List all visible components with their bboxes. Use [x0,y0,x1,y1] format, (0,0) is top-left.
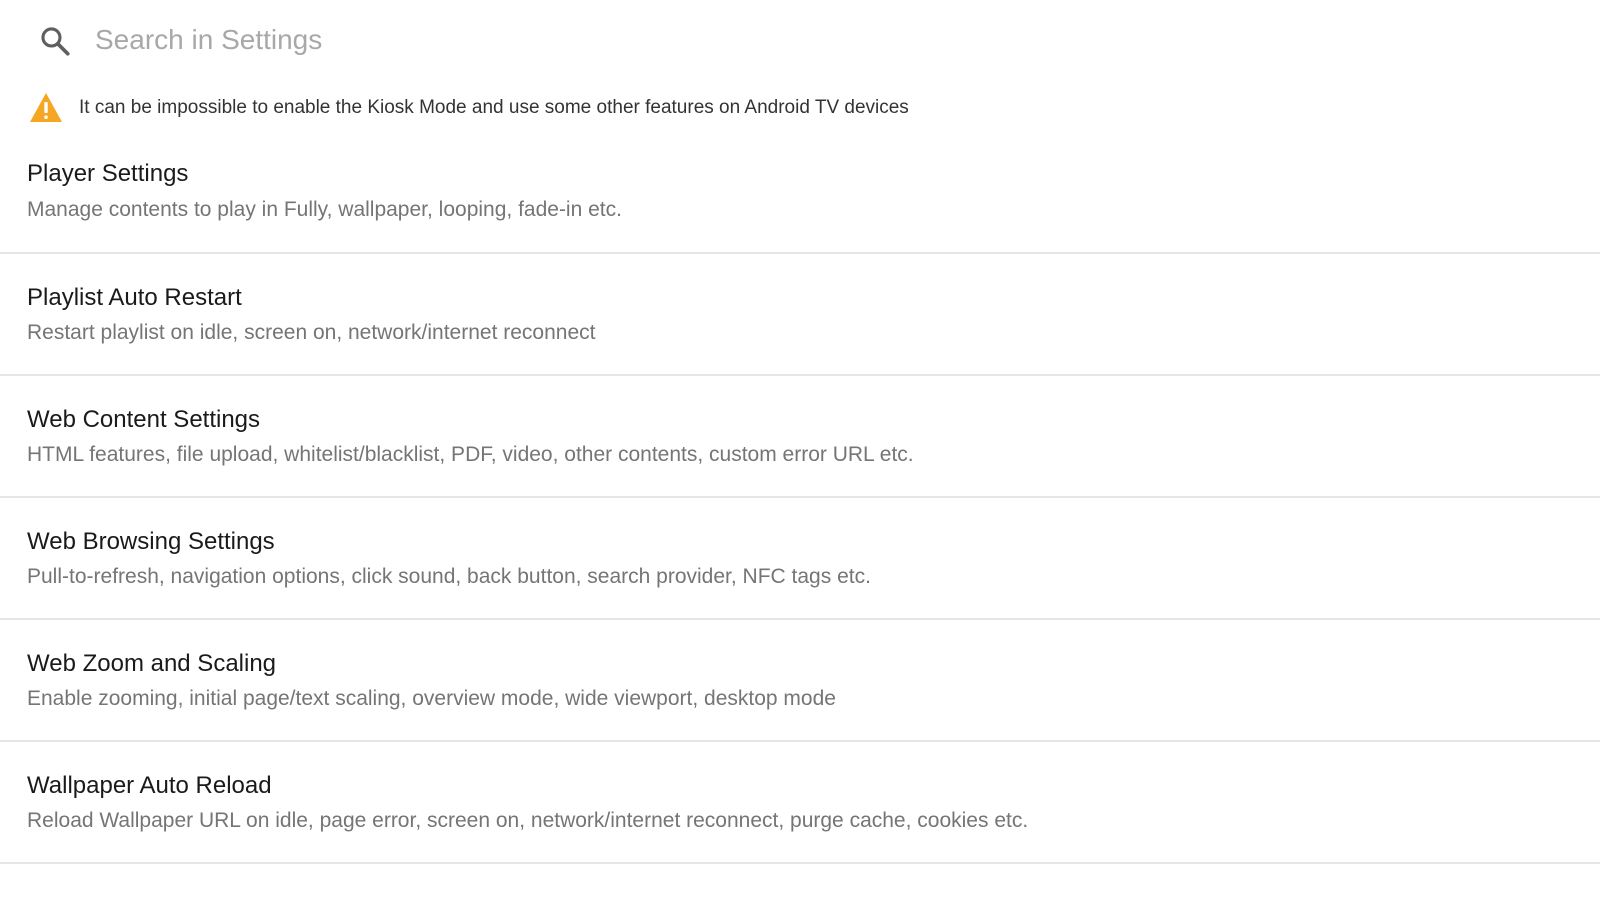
setting-item-web-zoom-and-scaling[interactable]: Web Zoom and Scaling Enable zooming, ini… [0,620,1600,742]
setting-title: Player Settings [27,160,189,187]
setting-item-wallpaper-auto-reload[interactable]: Wallpaper Auto Reload Reload Wallpaper U… [0,742,1600,864]
setting-item-web-content-settings[interactable]: Web Content Settings HTML features, file… [0,376,1600,498]
setting-summary: Pull-to-refresh, navigation options, cli… [27,565,871,588]
warning-banner: It can be impossible to enable the Kiosk… [28,88,909,128]
warning-triangle-icon [30,93,62,122]
search-bar [0,0,1600,80]
setting-summary: HTML features, file upload, whitelist/bl… [27,443,914,466]
search-icon[interactable] [38,24,72,58]
setting-summary: Restart playlist on idle, screen on, net… [27,321,596,344]
setting-item-web-browsing-settings[interactable]: Web Browsing Settings Pull-to-refresh, n… [0,498,1600,620]
setting-title: Web Zoom and Scaling [27,650,277,677]
warning-text: It can be impossible to enable the Kiosk… [79,97,909,118]
search-input[interactable] [95,18,1295,62]
settings-list: Player Settings Manage contents to play … [0,128,1600,864]
setting-item-player-settings[interactable]: Player Settings Manage contents to play … [0,128,1600,254]
setting-title: Playlist Auto Restart [27,284,242,311]
setting-summary: Reload Wallpaper URL on idle, page error… [27,809,1029,832]
setting-summary: Manage contents to play in Fully, wallpa… [27,198,622,221]
setting-item-playlist-auto-restart[interactable]: Playlist Auto Restart Restart playlist o… [0,254,1600,376]
setting-title: Wallpaper Auto Reload [27,772,272,799]
setting-title: Web Content Settings [27,406,261,433]
setting-summary: Enable zooming, initial page/text scalin… [27,687,836,710]
setting-title: Web Browsing Settings [27,528,275,555]
